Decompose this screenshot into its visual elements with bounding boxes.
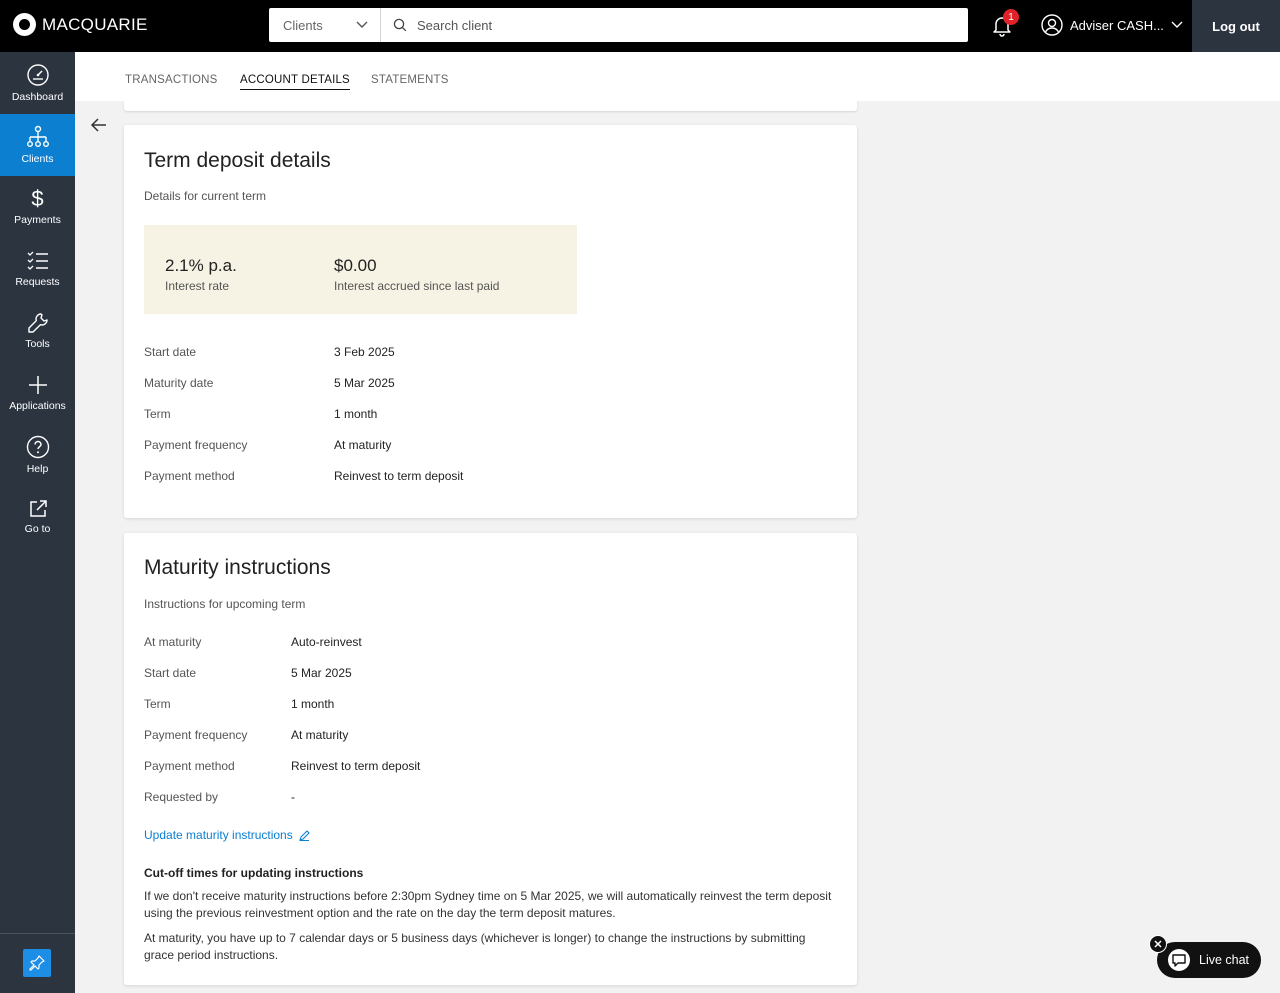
plus-icon [28, 376, 47, 394]
question-icon [26, 435, 49, 459]
detail-value: 1 month [291, 697, 335, 711]
sidebar-item-dashboard[interactable]: Dashboard [0, 52, 75, 114]
dollar-icon: $ [31, 186, 44, 211]
sidebar-item-label: Dashboard [11, 91, 64, 103]
org-chart-icon [26, 125, 49, 148]
cutoff-paragraph: If we don't receive maturity instruction… [144, 889, 832, 920]
user-name: Adviser CASH... [1070, 17, 1164, 33]
term-deposit-card: Term deposit details Details for current… [124, 125, 857, 518]
link-label: Update maturity instructions [144, 828, 293, 842]
interest-rate-value: 2.1% p.a. [165, 256, 237, 275]
live-chat-label: Live chat [1199, 953, 1250, 967]
sidebar-item-label: Payments [14, 214, 61, 226]
sidebar-item-help[interactable]: Help [0, 424, 75, 486]
sidebar-item-label: Applications [9, 400, 66, 412]
chevron-down-icon [356, 21, 368, 28]
sidebar-item-label: Go to [24, 523, 51, 535]
top-bar: MACQUARIE Clients 1 Adviser CASH... Log … [0, 0, 1280, 52]
previous-card-edge [124, 100, 857, 111]
detail-value: 5 Mar 2025 [291, 666, 352, 680]
brand-name: MACQUARIE [42, 14, 148, 34]
detail-value: At maturity [334, 438, 392, 452]
detail-label: Start date [144, 345, 197, 359]
card-subtitle: Instructions for upcoming term [144, 597, 306, 611]
detail-value: - [291, 790, 295, 804]
notification-badge: 1 [1003, 9, 1019, 25]
wrench-icon [27, 313, 48, 333]
brand-logo[interactable]: MACQUARIE [13, 13, 148, 36]
interest-accrued-value: $0.00 [334, 256, 377, 275]
tab-account-details[interactable]: ACCOUNT DETAILS [240, 74, 350, 90]
user-menu[interactable]: Adviser CASH... [1041, 14, 1183, 36]
checklist-icon [27, 251, 48, 270]
interest-accrued-label: Interest accrued since last paid [334, 279, 500, 293]
pin-sidebar-button[interactable] [23, 949, 51, 977]
search-input[interactable] [417, 17, 937, 33]
detail-label: At maturity [144, 635, 202, 649]
tab-statements[interactable]: STATEMENTS [371, 74, 449, 89]
detail-label: Maturity date [144, 376, 214, 390]
user-avatar-icon [1041, 14, 1063, 36]
detail-value: 1 month [334, 407, 378, 421]
cutoff-title: Cut-off times for updating instructions [144, 866, 364, 880]
interest-summary: 2.1% p.a. Interest rate $0.00 Interest a… [144, 225, 577, 314]
detail-label: Start date [144, 666, 197, 680]
interest-rate-label: Interest rate [165, 279, 230, 293]
detail-label: Term [144, 407, 171, 421]
card-title: Maturity instructions [144, 556, 331, 579]
detail-label: Payment frequency [144, 728, 248, 742]
detail-label: Term [144, 697, 171, 711]
grace-period-paragraph: At maturity, you have up to 7 calendar d… [144, 931, 806, 962]
detail-value: Auto-reinvest [291, 635, 362, 649]
search-scope-select[interactable]: Clients [269, 8, 381, 42]
sidebar-item-go-to[interactable]: Go to [0, 486, 75, 548]
sidebar-item-clients[interactable]: Clients [0, 114, 75, 176]
sidebar-item-requests[interactable]: Requests [0, 238, 75, 300]
search-bar: Clients [269, 8, 968, 42]
close-chat-button[interactable] [1149, 935, 1167, 953]
pencil-icon [298, 829, 310, 841]
sidebar-divider [0, 933, 75, 934]
close-icon [1154, 940, 1162, 948]
card-title: Term deposit details [144, 149, 331, 172]
chevron-down-icon [1171, 21, 1183, 28]
detail-label: Payment method [144, 759, 235, 773]
search-icon [393, 18, 407, 32]
sidebar: Dashboard Clients $ Payments Requests To… [0, 52, 75, 993]
detail-value: At maturity [291, 728, 349, 742]
sidebar-item-tools[interactable]: Tools [0, 300, 75, 362]
sidebar-item-label: Clients [21, 153, 54, 165]
search-scope-value: Clients [283, 17, 323, 33]
detail-label: Requested by [144, 790, 219, 804]
tab-bar: TRANSACTIONS ACCOUNT DETAILS STATEMENTS [75, 52, 1280, 101]
sidebar-item-label: Help [26, 463, 49, 475]
detail-label: Payment method [144, 469, 235, 483]
logout-button[interactable]: Log out [1192, 0, 1280, 52]
detail-value: Reinvest to term deposit [334, 469, 464, 483]
detail-value: 3 Feb 2025 [334, 345, 395, 359]
tab-transactions[interactable]: TRANSACTIONS [125, 74, 218, 89]
macquarie-logo-icon [13, 13, 36, 36]
live-chat-button[interactable]: Live chat [1157, 942, 1261, 978]
search-field [381, 8, 968, 42]
sidebar-item-applications[interactable]: Applications [0, 362, 75, 424]
detail-label: Payment frequency [144, 438, 248, 452]
pin-icon [29, 955, 45, 971]
external-link-icon [29, 500, 47, 517]
sidebar-item-payments[interactable]: $ Payments [0, 176, 75, 238]
maturity-instructions-card: Maturity instructions Instructions for u… [124, 533, 857, 985]
gauge-icon [26, 64, 49, 86]
update-maturity-instructions-link[interactable]: Update maturity instructions [144, 828, 310, 842]
detail-value: 5 Mar 2025 [334, 376, 395, 390]
card-subtitle: Details for current term [144, 189, 267, 203]
sidebar-item-label: Tools [25, 338, 50, 350]
chat-bubble-icon [1168, 949, 1190, 971]
detail-value: Reinvest to term deposit [291, 759, 421, 773]
sidebar-item-label: Requests [15, 276, 60, 288]
back-arrow-icon[interactable] [90, 116, 108, 134]
